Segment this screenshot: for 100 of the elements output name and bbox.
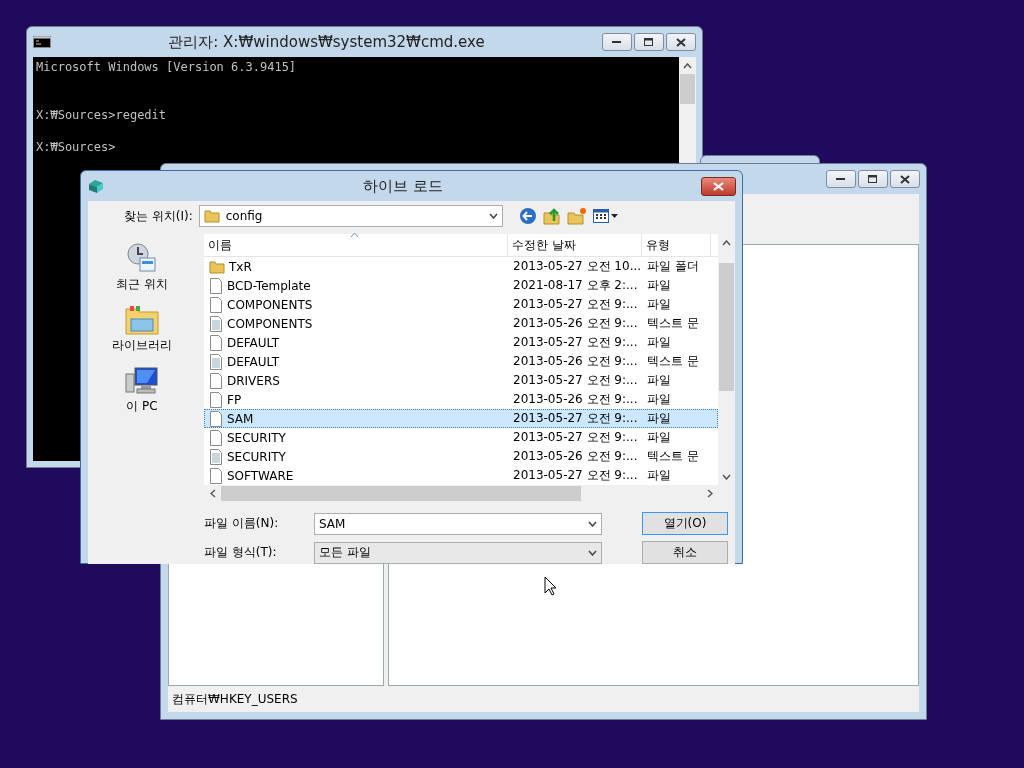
file-row[interactable]: DRIVERS 2013-05-27 오전 9:... 파일 [204,371,718,390]
file-name: COMPONENTS [227,316,313,331]
maximize-icon [644,37,654,47]
status-bar-text: 컴퓨터₩HKEY_USERS [172,690,298,708]
file-name: FP [227,392,242,407]
file-name: SECURITY [227,430,286,445]
text-file-icon [209,353,223,370]
text-file-icon [209,448,223,465]
view-menu-icon[interactable] [592,208,619,224]
dropdown-caret-icon[interactable] [488,213,498,219]
scroll-thumb[interactable] [221,486,581,501]
cancel-button[interactable]: 취소 [642,541,728,564]
close-icon [713,181,724,191]
file-row[interactable]: COMPONENTS 2013-05-27 오전 9:... 파일 [204,295,718,314]
place-label[interactable]: 라이브러리 [112,337,172,354]
column-header[interactable]: 이름 [204,234,508,256]
scroll-right-icon[interactable] [706,489,713,498]
sort-caret-icon [350,232,359,238]
file-name: COMPONENTS [227,297,313,312]
mouse-cursor-icon [544,576,557,596]
file-type: 파일 [647,296,671,313]
up-folder-icon[interactable] [542,207,561,225]
scroll-thumb[interactable] [680,74,695,104]
file-date: 2013-05-27 오전 9:... [513,334,638,351]
file-row[interactable]: FP 2013-05-26 오전 9:... 파일 [204,390,718,409]
scroll-left-icon[interactable] [209,489,216,498]
library-folder-icon [125,305,159,335]
file-name: TxR [229,259,252,274]
folder-icon [209,259,225,274]
file-row[interactable]: SOFTWARE 2013-05-27 오전 9:... 파일 [204,466,718,485]
file-row[interactable]: TxR 2013-05-27 오전 10... 파일 폴더 [204,257,718,276]
window-title: 관리자: X:₩windows₩system32₩cmd.exe [167,32,486,52]
file-row[interactable]: COMPONENTS 2013-05-26 오전 9:... 텍스트 문 [204,314,718,333]
minimize-button[interactable] [602,33,632,51]
file-type: 파일 [647,391,671,408]
file-row[interactable]: SECURITY 2013-05-26 오전 9:... 텍스트 문 [204,447,718,466]
horizontal-scrollbar[interactable] [204,485,735,502]
file-name: SECURITY [227,449,286,464]
file-type: 파일 [647,334,671,351]
file-date: 2013-05-27 오전 9:... [513,372,638,389]
registry-icon [87,178,105,194]
column-header[interactable]: 수정한 날짜 [508,234,642,256]
file-icon [209,296,223,313]
file-row[interactable]: DEFAULT 2013-05-26 오전 9:... 텍스트 문 [204,352,718,371]
open-button[interactable]: 열기(O) [642,512,728,535]
file-row[interactable]: DEFAULT 2013-05-27 오전 9:... 파일 [204,333,718,352]
file-type: 텍스트 문 [647,448,699,465]
file-type: 파일 폴더 [647,258,699,275]
look-in-dropdown[interactable]: config [198,205,503,227]
file-date: 2021-08-17 오후 2:... [513,277,638,294]
text-file-icon [209,315,223,332]
maximize-button[interactable] [858,170,888,188]
file-row[interactable]: SAM 2013-05-27 오전 9:... 파일 [204,409,718,428]
column-header[interactable]: 유형 [642,234,711,256]
file-type: 파일 [647,372,671,389]
minimize-button[interactable] [826,170,856,188]
file-type-dropdown[interactable]: 모든 파일 [314,541,602,564]
file-row[interactable]: BCD-Template 2021-08-17 오후 2:... 파일 [204,276,718,295]
file-icon [209,467,223,484]
file-row[interactable]: SECURITY 2013-05-27 오전 9:... 파일 [204,428,718,447]
scroll-down-icon[interactable] [722,473,731,480]
file-name-label: 파일 이름(N): [204,515,280,532]
file-type: 파일 [647,277,671,294]
place-label[interactable]: 최근 위치 [116,276,168,293]
file-icon [209,334,223,351]
close-icon [900,174,910,184]
dialog-title: 하이브 로드 [362,176,444,196]
close-button[interactable] [890,170,920,188]
back-icon[interactable] [518,207,537,225]
file-name: BCD-Template [227,278,311,293]
file-name: DEFAULT [227,354,279,369]
file-date: 2013-05-26 오전 9:... [513,315,638,332]
close-button[interactable] [701,176,736,196]
new-folder-icon[interactable] [566,207,587,225]
dropdown-caret-icon[interactable] [588,549,597,556]
scroll-up-icon[interactable] [683,62,692,69]
file-name: SOFTWARE [227,468,294,483]
look-in-label: 찾는 위치(I): [124,207,193,225]
maximize-button[interactable] [634,33,664,51]
file-date: 2013-05-27 오전 9:... [513,429,638,446]
file-type: 텍스트 문 [647,353,699,370]
file-icon [209,391,223,408]
file-type: 파일 [647,429,671,446]
file-name: SAM [227,411,254,426]
scroll-up-icon[interactable] [722,239,731,246]
dropdown-caret-icon[interactable] [588,520,597,527]
file-icon [209,410,223,427]
file-name-field[interactable]: SAM [314,512,602,535]
file-date: 2013-05-26 오전 9:... [513,391,638,408]
place-label[interactable]: 이 PC [126,398,158,415]
computer-icon [125,366,159,396]
maximize-icon [868,174,878,184]
close-button[interactable] [666,33,696,51]
file-type: 텍스트 문 [647,315,699,332]
file-name: DEFAULT [227,335,279,350]
file-icon [209,277,223,294]
console-line: X:₩Sources>regedit [36,107,167,123]
file-date: 2013-05-27 오전 10... [513,258,642,275]
console-line: Microsoft Windows [Version 6.3.9415] [36,59,297,75]
scroll-thumb[interactable] [719,263,734,391]
